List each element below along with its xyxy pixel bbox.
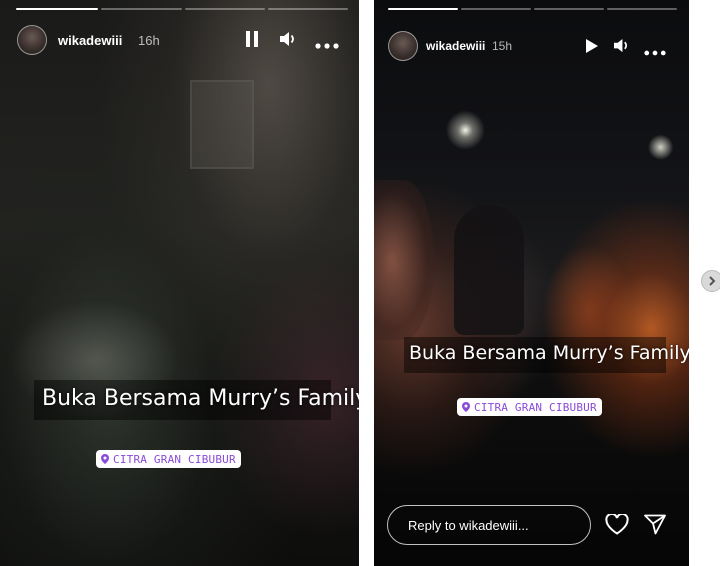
story-viewer-right[interactable]: wikadewiii 15h Buka Bersama Murry’s Fami…	[374, 0, 689, 566]
timestamp: 16h	[138, 33, 160, 48]
progress-segment-4	[607, 8, 677, 10]
progress-segment-1	[16, 8, 98, 10]
story-caption: Buka Bersama Murry’s Family	[409, 342, 689, 364]
progress-segment-2	[101, 8, 182, 10]
username[interactable]: wikadewiii	[58, 33, 122, 48]
story-viewer-left[interactable]: wikadewiii 16h Buka Bersama Murry’s Fami…	[0, 0, 359, 566]
person-silhouette	[454, 205, 524, 335]
progress-segment-1	[388, 8, 458, 10]
next-story-button[interactable]	[701, 270, 720, 292]
username[interactable]: wikadewiii	[426, 39, 485, 53]
location-label: CITRA GRAN CIBUBUR	[474, 400, 597, 414]
heart-icon[interactable]	[605, 512, 629, 540]
volume-icon[interactable]	[613, 38, 630, 58]
pause-icon[interactable]	[245, 31, 259, 52]
location-pin-icon	[101, 454, 109, 464]
send-icon[interactable]	[644, 514, 666, 540]
progress-segment-2	[461, 8, 531, 10]
volume-icon[interactable]	[279, 31, 297, 52]
reply-placeholder: Reply to wikadewiii...	[408, 518, 529, 533]
play-icon[interactable]	[585, 39, 598, 58]
location-sticker[interactable]: CITRA GRAN CIBUBUR	[457, 398, 602, 416]
more-icon[interactable]	[315, 36, 339, 54]
person-face	[374, 180, 434, 340]
story-caption: Buka Bersama Murry’s Family	[42, 386, 359, 411]
location-pin-icon	[462, 402, 470, 412]
progress-segment-3	[185, 8, 265, 10]
reply-input[interactable]: Reply to wikadewiii...	[387, 505, 591, 545]
avatar[interactable]	[17, 25, 47, 55]
location-sticker[interactable]: CITRA GRAN CIBUBUR	[96, 450, 241, 468]
progress-segment-4	[268, 8, 348, 10]
chevron-right-icon	[709, 276, 716, 286]
location-label: CITRA GRAN CIBUBUR	[113, 452, 236, 466]
avatar[interactable]	[388, 31, 418, 61]
house-window	[190, 80, 254, 169]
more-icon[interactable]	[644, 43, 666, 61]
progress-segment-3	[534, 8, 604, 10]
timestamp: 15h	[492, 39, 513, 53]
